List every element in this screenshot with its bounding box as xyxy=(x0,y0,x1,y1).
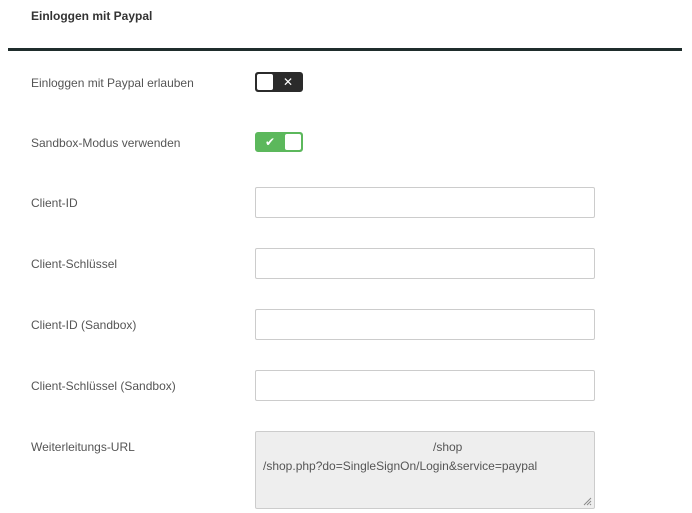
client-secret-label: Client-Schlüssel xyxy=(31,257,118,271)
redirect-url-line2: /shop.php?do=SingleSignOn/Login&service=… xyxy=(263,459,538,473)
sandbox-mode-label: Sandbox-Modus verwenden xyxy=(31,136,181,150)
client-secret-input[interactable] xyxy=(255,248,595,279)
client-id-sandbox-input[interactable] xyxy=(255,309,595,340)
redirect-url-textarea[interactable]: /shop /shop.php?do=SingleSignOn/Login&se… xyxy=(255,431,595,509)
section-title: Einloggen mit Paypal xyxy=(31,9,153,23)
sandbox-mode-toggle[interactable]: ✔ xyxy=(255,132,303,152)
redirect-url-label: Weiterleitungs-URL xyxy=(31,440,135,454)
resize-grip-icon[interactable] xyxy=(582,496,592,506)
checkmark-icon: ✔ xyxy=(264,135,276,149)
toggle-knob xyxy=(257,74,273,90)
section-header: Einloggen mit Paypal xyxy=(0,0,692,51)
toggle-knob xyxy=(285,134,301,150)
client-secret-sandbox-input[interactable] xyxy=(255,370,595,401)
close-icon: ✕ xyxy=(282,75,294,89)
redirect-url-line1: /shop xyxy=(433,440,463,454)
allow-paypal-login-toggle[interactable]: ✕ xyxy=(255,72,303,92)
client-id-input[interactable] xyxy=(255,187,595,218)
paypal-login-settings-page: Einloggen mit Paypal Einloggen mit Paypa… xyxy=(0,0,692,513)
allow-paypal-login-label: Einloggen mit Paypal erlauben xyxy=(31,76,194,90)
client-id-sandbox-label: Client-ID (Sandbox) xyxy=(31,318,137,332)
client-id-label: Client-ID xyxy=(31,196,78,210)
client-secret-sandbox-label: Client-Schlüssel (Sandbox) xyxy=(31,379,176,393)
section-divider xyxy=(8,48,682,51)
